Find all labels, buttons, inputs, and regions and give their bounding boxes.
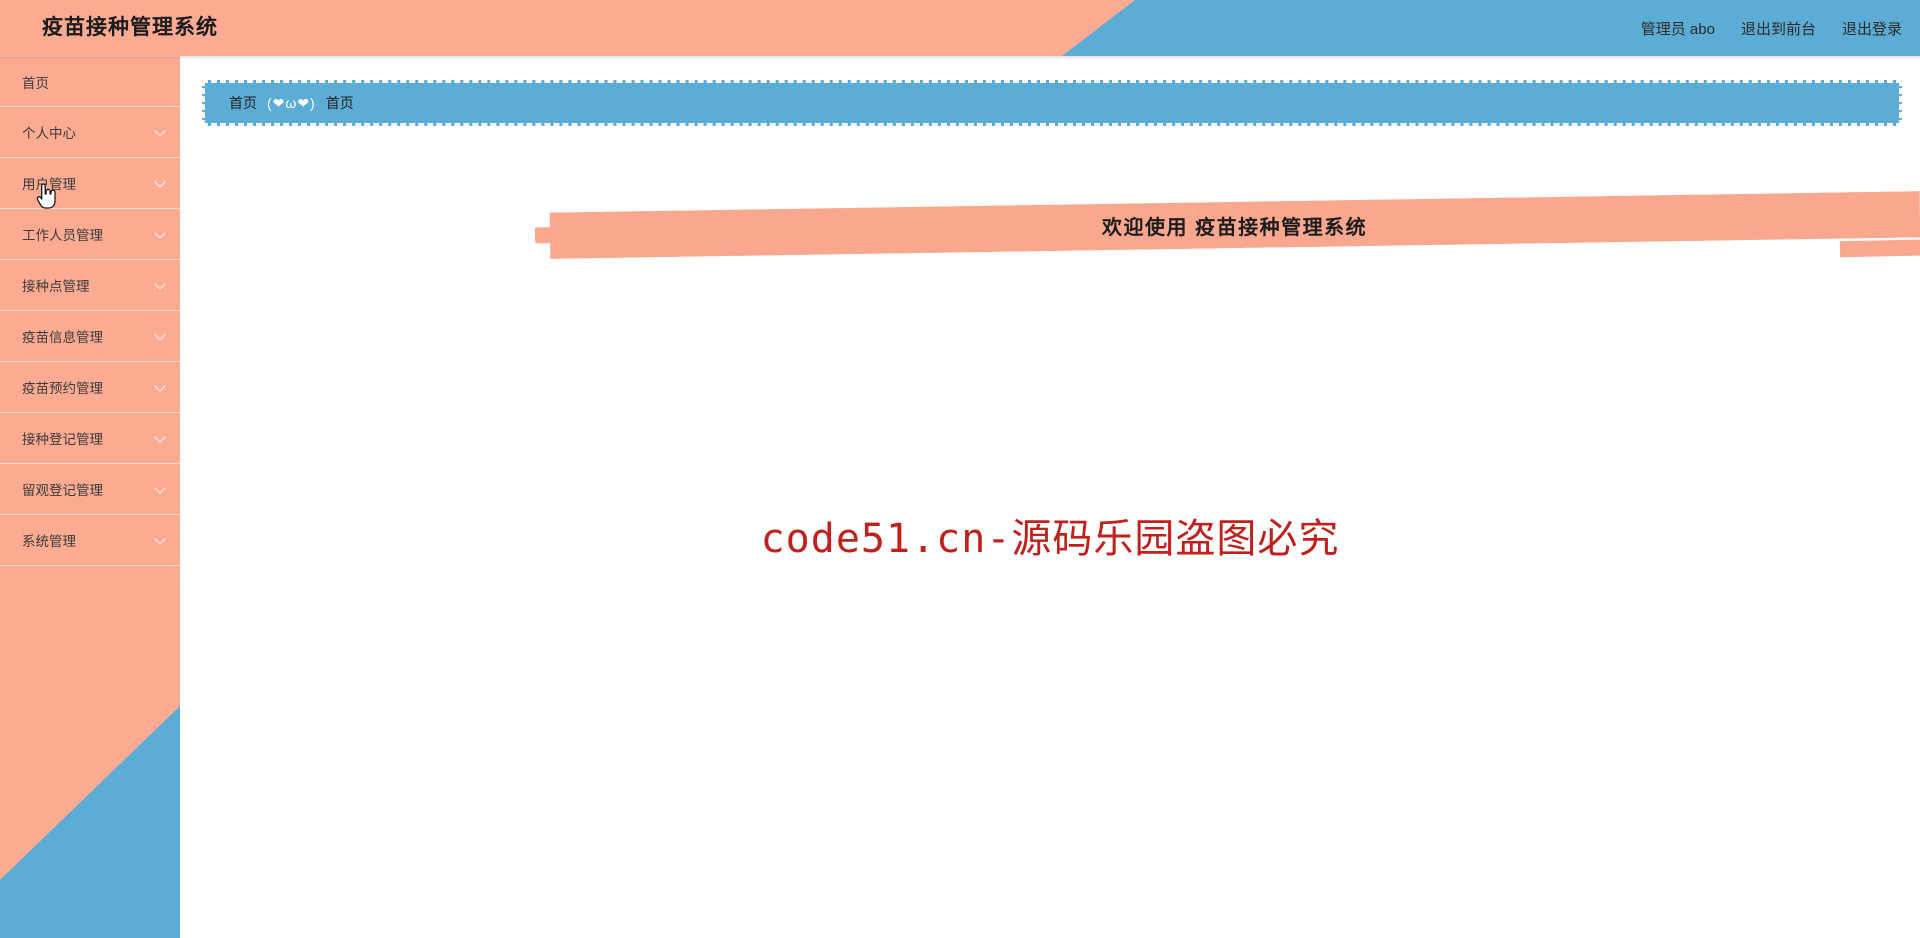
sidebar-item-label: 接种点管理 [22,279,90,294]
sidebar-item-label: 疫苗信息管理 [22,330,103,345]
chevron-down-icon [154,482,166,494]
logout[interactable]: 退出登录 [1842,18,1902,39]
sidebar-item-system-management[interactable]: 系统管理 [0,515,180,566]
header-bar: 疫苗接种管理系统 管理员 abo 退出到前台 退出登录 [0,0,1920,56]
chevron-down-icon [154,533,166,545]
breadcrumb: 首页 (❤ω❤) 首页 [202,80,1902,126]
banner-tail-left [534,224,656,244]
sidebar-item-label: 工作人员管理 [22,228,103,243]
app-root: 首页 (❤ω❤) 首页 欢迎使用 疫苗接种管理系统 code51.cn-源码乐园… [0,0,1920,938]
sidebar: 首页个人中心用户管理工作人员管理 接种点管理疫苗信息管理 疫苗预约管理 接种登记管理留… [0,56,180,938]
sidebar-item-label: 疫苗预约管理 [22,381,103,396]
sidebar-item-label: 接种登记管理 [22,432,103,447]
center-notice-text: code51.cn-源码乐园盗图必究 [760,516,1340,562]
sidebar-item-observation-record-management[interactable]: 留观登记管理 [0,464,180,515]
sidebar-item-label: 首页 [22,75,49,91]
breadcrumb-separator-kaomoji: (❤ω❤) [267,94,316,111]
sidebar-item-vaccine-appointment-management[interactable]: 疫苗预约管理 [0,362,180,413]
main-content-area: 首页 (❤ω❤) 首页 欢迎使用 疫苗接种管理系统 code51.cn-源码乐园… [180,56,1920,938]
sidebar-item-personal-center[interactable]: 个人中心 [0,107,180,158]
sidebar-item-label: 留观登记管理 [22,483,103,498]
banner-tail-right [1839,238,1920,258]
banner-text: 欢迎使用 疫苗接种管理系统 [1102,216,1368,239]
sidebar-menu: 首页个人中心用户管理工作人员管理 接种点管理疫苗信息管理 疫苗预约管理 接种登记管理留… [0,56,180,566]
welcome-banner: 欢迎使用 疫苗接种管理系统 [340,184,1920,274]
sidebar-item-user-management[interactable]: 用户管理 [0,158,180,209]
chevron-down-icon [154,227,166,239]
chevron-down-icon [154,278,166,290]
current-user[interactable]: 管理员 abo [1641,18,1715,39]
chevron-down-icon [154,380,166,392]
page-title: 疫苗接种管理系统 [42,16,218,39]
center-notice: code51.cn-源码乐园盗图必究 [180,506,1920,564]
header-actions: 管理员 abo 退出到前台 退出登录 [1641,0,1902,56]
chevron-down-icon [154,125,166,137]
sidebar-item-vaccination-record-management[interactable]: 接种登记管理 [0,413,180,464]
header-shadow [0,56,1920,60]
breadcrumb-current: 首页 [325,95,354,111]
exit-to-frontend[interactable]: 退出到前台 [1741,18,1816,39]
sidebar-item-label: 用户管理 [22,177,76,192]
sidebar-item-home[interactable]: 首页 [0,56,180,107]
sidebar-item-vaccination-site-management[interactable]: 接种点管理 [0,260,180,311]
sidebar-item-label: 个人中心 [22,126,76,141]
breadcrumb-home-link[interactable]: 首页 [229,93,257,113]
sidebar-item-vaccine-info-management[interactable]: 疫苗信息管理 [0,311,180,362]
sidebar-item-label: 系统管理 [22,534,76,549]
chevron-down-icon [154,176,166,188]
chevron-down-icon [154,329,166,341]
banner-ribbon: 欢迎使用 疫苗接种管理系统 [549,191,1920,259]
sidebar-item-staff-management[interactable]: 工作人员管理 [0,209,180,260]
chevron-down-icon [154,431,166,443]
